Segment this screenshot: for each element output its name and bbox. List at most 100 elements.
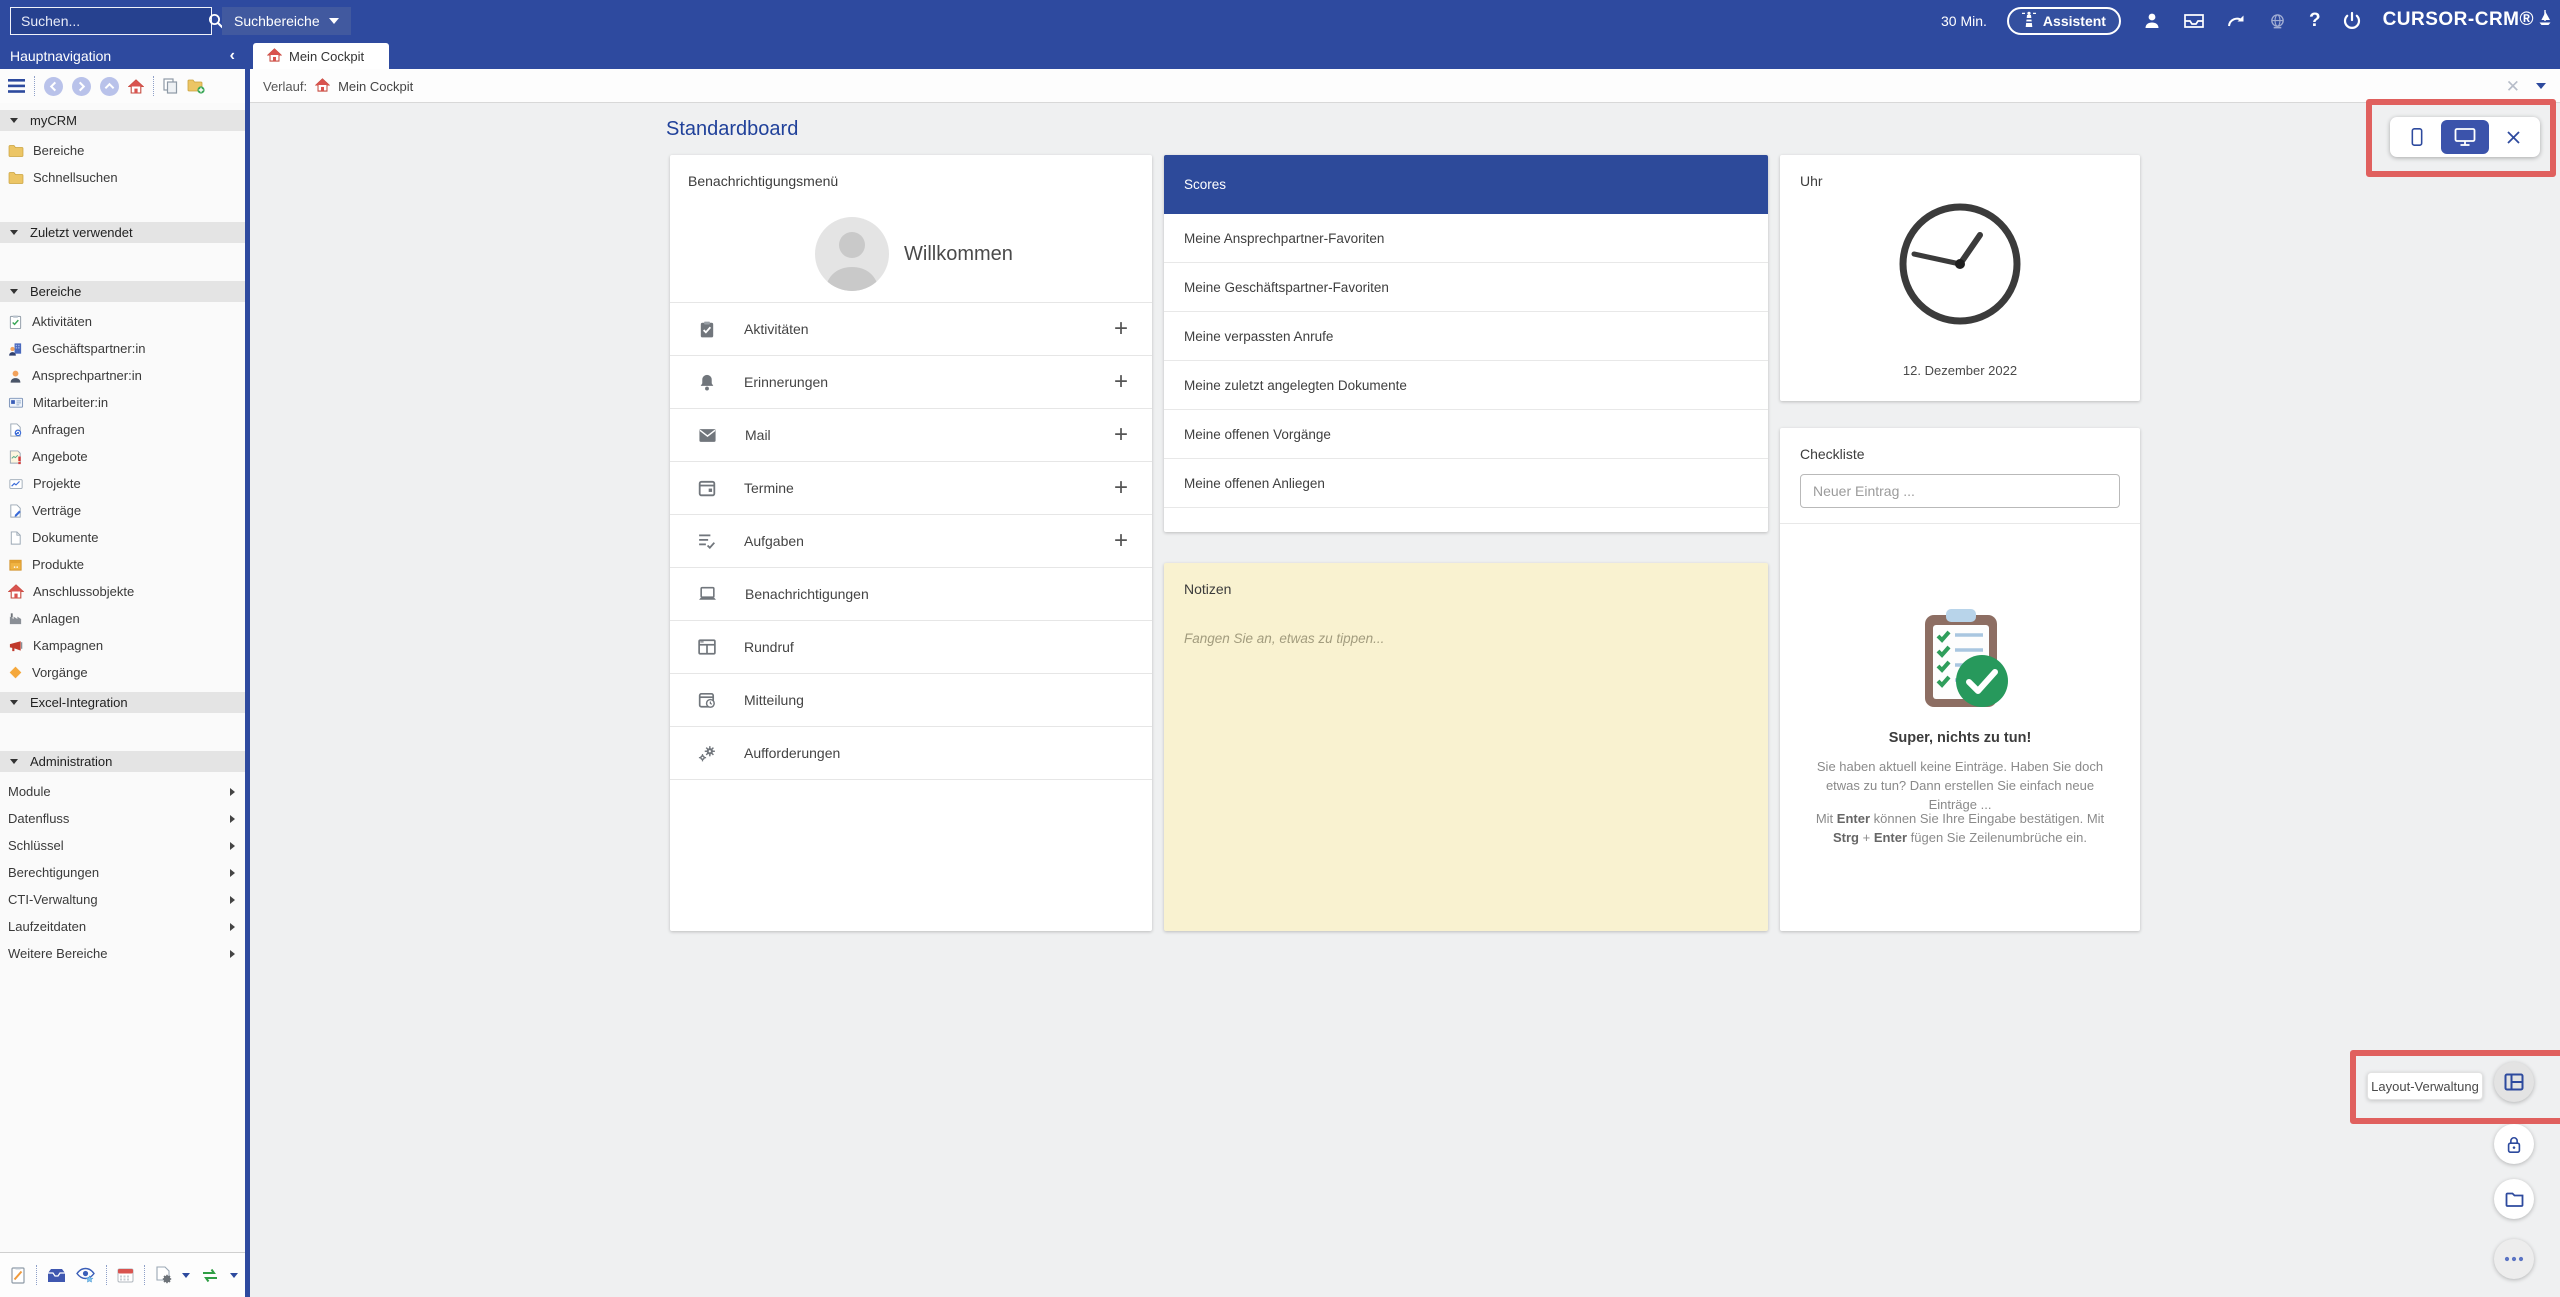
sidebar-item-mitarbeiterin[interactable]: Mitarbeiter:in — [0, 389, 245, 416]
sidebar-item-dokumente[interactable]: Dokumente — [0, 524, 245, 551]
add-icon[interactable]: + — [1114, 474, 1128, 502]
home-icon[interactable] — [128, 79, 144, 94]
sidebar-item-geschaeftspartnerin[interactable]: Geschäftspartner:in — [0, 335, 245, 362]
list-item-mitteilung[interactable]: Mitteilung — [670, 673, 1152, 726]
tab-mein-cockpit[interactable]: Mein Cockpit — [253, 43, 389, 69]
sidebar-item-angebote[interactable]: Angebote — [0, 443, 245, 470]
sidebar-item-cti-verwaltung[interactable]: CTI-Verwaltung — [0, 886, 245, 913]
folder-add-icon[interactable] — [187, 78, 206, 94]
more-options-button[interactable] — [2494, 1239, 2534, 1279]
list-item-benachrichtigungen[interactable]: Benachrichtigungen — [670, 567, 1152, 620]
item-label: Verträge — [32, 503, 81, 518]
layout-management-button[interactable] — [2494, 1062, 2534, 1102]
breadcrumb-current[interactable]: Mein Cockpit — [338, 79, 413, 94]
add-icon[interactable]: + — [1114, 421, 1128, 449]
tray-icon[interactable] — [2183, 10, 2205, 32]
score-item[interactable]: Meine zuletzt angelegten Dokumente — [1164, 361, 1768, 410]
score-item[interactable]: Meine Ansprechpartner-Favoriten — [1164, 214, 1768, 263]
eye-favorite-icon[interactable] — [76, 1267, 96, 1284]
scores-header[interactable]: Scores — [1164, 155, 1768, 214]
checklist-input[interactable] — [1800, 474, 2120, 508]
list-item-mail[interactable]: Mail + — [670, 408, 1152, 461]
notification-list: Aktivitäten + Erinnerungen + Mail + Term… — [670, 302, 1152, 780]
desktop-view-button[interactable] — [2441, 120, 2489, 154]
section-excel-integration[interactable]: Excel-Integration — [0, 692, 245, 713]
mail-icon — [698, 428, 717, 443]
item-label: Anlagen — [32, 611, 80, 626]
chevron-expanded-icon — [10, 700, 18, 705]
folder-button[interactable] — [2494, 1179, 2534, 1219]
add-icon[interactable]: + — [1114, 368, 1128, 396]
inbox-icon[interactable] — [47, 1268, 66, 1283]
sidebar-item-anschlussobjekte[interactable]: Anschlussobjekte — [0, 578, 245, 605]
sidebar-item-vertraege[interactable]: Verträge — [0, 497, 245, 524]
lock-layout-button[interactable] — [2494, 1124, 2534, 1164]
list-item-aufgaben[interactable]: Aufgaben + — [670, 514, 1152, 567]
sidebar-item-aktivitaeten[interactable]: Aktivitäten — [0, 308, 245, 335]
sidebar-item-projekte[interactable]: Projekte — [0, 470, 245, 497]
app-window: Suchbereiche 30 Min. Assistent — [0, 0, 2560, 1297]
back-icon[interactable] — [44, 77, 63, 96]
item-label: Aktivitäten — [744, 321, 1086, 337]
section-mycrm[interactable]: myCRM — [0, 110, 245, 131]
search-scope-button[interactable]: Suchbereiche — [222, 7, 351, 35]
sidebar-item-vorgaenge[interactable]: Vorgänge — [0, 659, 245, 686]
score-item[interactable]: Meine offenen Anliegen — [1164, 459, 1768, 508]
forward-icon[interactable] — [72, 77, 91, 96]
sidebar-item-anfragen[interactable]: Anfragen — [0, 416, 245, 443]
card-title: Notizen — [1184, 581, 1231, 597]
list-item-erinnerungen[interactable]: Erinnerungen + — [670, 355, 1152, 408]
globe-icon[interactable] — [2267, 10, 2289, 32]
sidebar-item-kampagnen[interactable]: Kampagnen — [0, 632, 245, 659]
assistant-button[interactable]: Assistent — [2007, 7, 2121, 35]
list-item-aufforderungen[interactable]: Aufforderungen — [670, 726, 1152, 779]
close-preview-button[interactable] — [2489, 120, 2537, 154]
sidebar-item-datenfluss[interactable]: Datenfluss — [0, 805, 245, 832]
help-button[interactable]: ? — [2309, 10, 2321, 32]
lock-icon — [2505, 1135, 2523, 1154]
close-icon[interactable]: ✕ — [2506, 78, 2520, 95]
section-bereiche[interactable]: Bereiche — [0, 281, 245, 302]
mobile-view-button[interactable] — [2393, 120, 2441, 154]
redo-icon[interactable] — [2225, 10, 2247, 32]
sidebar-item-module[interactable]: Module — [0, 778, 245, 805]
chevron-down-icon[interactable] — [182, 1273, 190, 1278]
item-label: Anschlussobjekte — [33, 584, 134, 599]
score-item[interactable]: Meine offenen Vorgänge — [1164, 410, 1768, 459]
chevron-down-icon[interactable] — [2536, 83, 2546, 89]
section-zuletzt-verwendet[interactable]: Zuletzt verwendet — [0, 222, 245, 243]
checklist-hint-text: Mit Enter können Sie Ihre Eingabe bestät… — [1810, 810, 2110, 848]
section-administration[interactable]: Administration — [0, 751, 245, 772]
sidebar-item-produkte[interactable]: Produkte — [0, 551, 245, 578]
item-label: CTI-Verwaltung — [8, 892, 98, 907]
calendar-icon[interactable] — [117, 1267, 134, 1283]
up-icon[interactable] — [100, 77, 119, 96]
sync-icon[interactable] — [200, 1268, 220, 1283]
document-settings-icon[interactable] — [155, 1266, 172, 1284]
collapse-sidebar-icon[interactable]: ‹ — [230, 48, 235, 64]
sidebar-item-anlagen[interactable]: Anlagen — [0, 605, 245, 632]
menu-icon[interactable] — [8, 79, 25, 93]
list-item-aktivitaeten[interactable]: Aktivitäten + — [670, 302, 1152, 355]
sidebar-item-schnellsuchen[interactable]: Schnellsuchen — [0, 164, 245, 191]
user-icon[interactable] — [2141, 10, 2163, 32]
sidebar-item-berechtigungen[interactable]: Berechtigungen — [0, 859, 245, 886]
chevron-right-icon — [230, 842, 235, 850]
list-item-rundruf[interactable]: Rundruf — [670, 620, 1152, 673]
score-item[interactable]: Meine Geschäftspartner-Favoriten — [1164, 263, 1768, 312]
power-icon[interactable] — [2341, 10, 2363, 32]
clipboard-edit-icon[interactable] — [10, 1266, 26, 1284]
search-input[interactable] — [11, 13, 208, 29]
sidebar-item-bereiche[interactable]: Bereiche — [0, 137, 245, 164]
sidebar-item-schluessel[interactable]: Schlüssel — [0, 832, 245, 859]
sidebar-item-laufzeitdaten[interactable]: Laufzeitdaten — [0, 913, 245, 940]
add-icon[interactable]: + — [1114, 315, 1128, 343]
sidebar-item-weitere-bereiche[interactable]: Weitere Bereiche — [0, 940, 245, 967]
add-icon[interactable]: + — [1114, 527, 1128, 555]
sidebar-item-ansprechpartnerin[interactable]: Ansprechpartner:in — [0, 362, 245, 389]
chevron-down-icon[interactable] — [230, 1273, 238, 1278]
copy-icon[interactable] — [163, 78, 178, 94]
notes-editor[interactable]: Fangen Sie an, etwas zu tippen... — [1184, 631, 1384, 646]
list-item-termine[interactable]: Termine + — [670, 461, 1152, 514]
score-item[interactable]: Meine verpassten Anrufe — [1164, 312, 1768, 361]
